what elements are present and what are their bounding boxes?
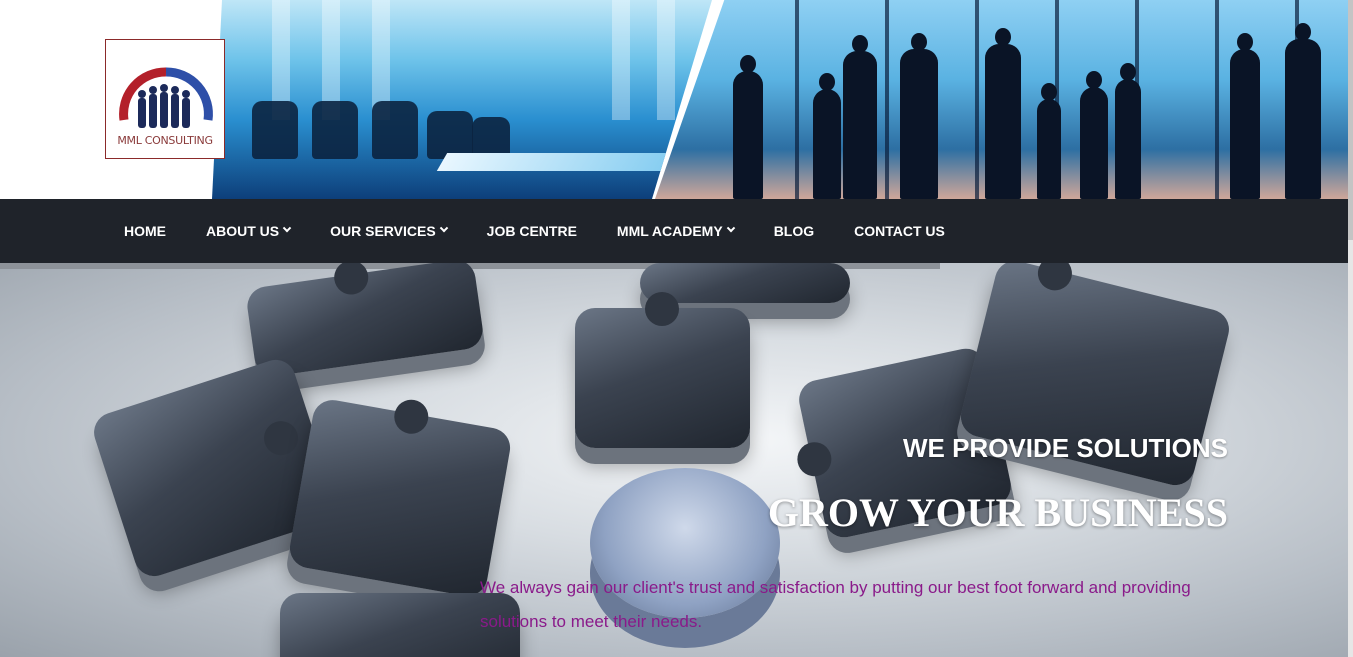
- nav-item-contact-us[interactable]: CONTACT US: [854, 223, 945, 239]
- hero-slider: WE PROVIDE SOLUTIONS GROW YOUR BUSINESS …: [0, 263, 1348, 657]
- brand-logo[interactable]: MML CONSULTING: [105, 39, 225, 159]
- office-chair: [252, 101, 298, 159]
- person-silhouette: [843, 35, 877, 199]
- office-window: [657, 0, 675, 120]
- person-silhouette: [1080, 71, 1108, 199]
- nav-item-job-centre[interactable]: JOB CENTRE: [487, 223, 577, 239]
- office-chair: [372, 101, 418, 159]
- puzzle-knob: [332, 263, 371, 297]
- banner-office-image: [212, 0, 712, 199]
- chevron-down-icon: [282, 223, 292, 233]
- conference-table: [436, 153, 698, 171]
- chevron-down-icon: [726, 223, 735, 233]
- main-navigation: HOME ABOUT US OUR SERVICES JOB CENTRE MM…: [0, 199, 1348, 263]
- nav-item-label: JOB CENTRE: [486, 223, 577, 239]
- nav-item-our-services[interactable]: OUR SERVICES: [330, 223, 448, 239]
- hero-caption: WE PROVIDE SOLUTIONS GROW YOUR BUSINESS …: [428, 263, 1228, 657]
- nav-list: HOME ABOUT US OUR SERVICES JOB CENTRE MM…: [124, 199, 985, 263]
- office-chair: [312, 101, 358, 159]
- team-window-frame: [795, 0, 799, 199]
- scrollbar-thumb[interactable]: [1348, 0, 1353, 240]
- person-silhouette: [900, 33, 938, 199]
- banner-team-image: [655, 0, 1348, 199]
- person-silhouette: [1115, 63, 1141, 199]
- person-silhouette: [985, 28, 1021, 199]
- person-silhouette: [1285, 23, 1321, 199]
- hero-title: GROW YOUR BUSINESS: [767, 490, 1228, 535]
- nav-item-label: MML ACADEMY: [616, 223, 723, 239]
- nav-item-label: CONTACT US: [854, 223, 945, 239]
- nav-item-mml-academy[interactable]: MML ACADEMY: [616, 223, 735, 239]
- office-chair: [427, 111, 473, 159]
- puzzle-knob: [391, 397, 431, 437]
- nav-item-label: ABOUT US: [206, 223, 280, 239]
- nav-item-about-us[interactable]: ABOUT US: [206, 223, 292, 239]
- team-window-frame: [975, 0, 979, 199]
- person-silhouette: [1230, 33, 1260, 199]
- nav-item-label: HOME: [124, 223, 166, 239]
- person-silhouette: [733, 55, 763, 199]
- nav-item-home[interactable]: HOME: [124, 223, 166, 239]
- hero-kicker: WE PROVIDE SOLUTIONS: [902, 433, 1228, 463]
- person-silhouette: [1037, 83, 1061, 199]
- hero-description: We always gain our client's trust and sa…: [480, 578, 1191, 631]
- puzzle-knob: [259, 416, 303, 460]
- person-silhouette: [813, 73, 841, 199]
- chevron-down-icon: [439, 223, 448, 233]
- nav-item-label: OUR SERVICES: [330, 223, 436, 239]
- header-banner: MML CONSULTING: [0, 0, 1348, 199]
- logo-text: MML CONSULTING: [117, 134, 213, 147]
- office-window: [612, 0, 630, 120]
- page-scrollbar[interactable]: [1348, 0, 1353, 657]
- nav-item-blog[interactable]: BLOG: [774, 223, 814, 239]
- nav-item-label: BLOG: [773, 223, 815, 239]
- team-window-frame: [885, 0, 889, 199]
- team-window-frame: [1215, 0, 1219, 199]
